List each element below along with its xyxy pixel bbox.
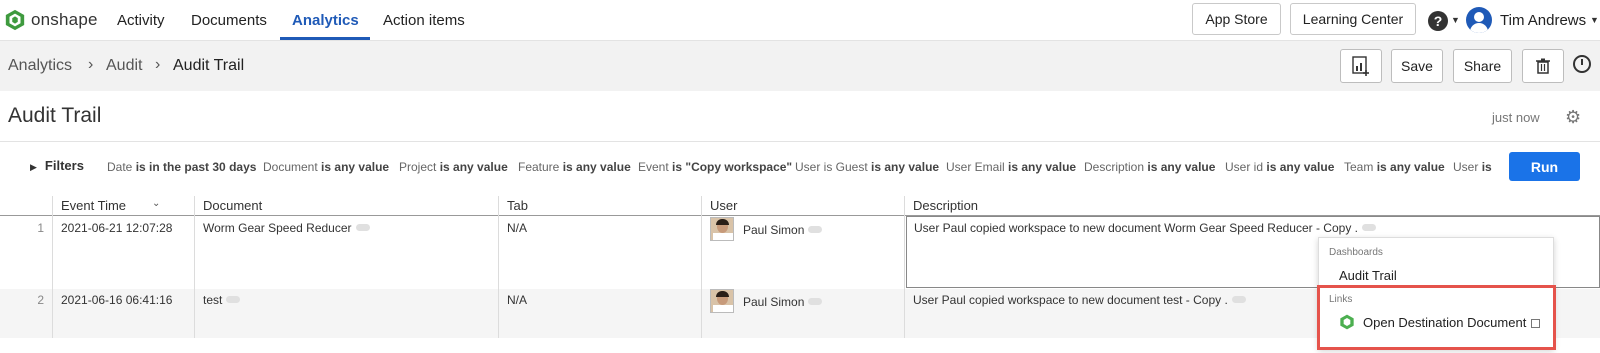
column-divider: [904, 196, 905, 338]
document-cell[interactable]: Worm Gear Speed Reducer: [203, 221, 370, 235]
run-button[interactable]: Run: [1509, 152, 1580, 181]
menu-item-audit-trail[interactable]: Audit Trail: [1339, 268, 1397, 283]
more-dots-icon: [355, 224, 370, 232]
column-header-event-time[interactable]: Event Time: [61, 198, 126, 213]
history-clock-icon[interactable]: [1573, 55, 1591, 73]
last-updated: just now: [1492, 110, 1540, 125]
user-menu-caret-icon[interactable]: ▼: [1590, 15, 1599, 25]
save-button[interactable]: Save: [1391, 49, 1443, 83]
nav-documents[interactable]: Documents: [191, 12, 267, 29]
brand-name: onshape: [31, 10, 98, 29]
menu-section-dashboards: Dashboards: [1329, 247, 1383, 258]
sort-desc-icon[interactable]: ⌄: [152, 198, 160, 209]
delete-button[interactable]: [1522, 49, 1564, 83]
add-tile-button[interactable]: [1340, 49, 1382, 83]
tab-cell: N/A: [507, 221, 528, 235]
tab-cell: N/A: [507, 293, 528, 307]
add-chart-icon: [1352, 56, 1369, 76]
filter-chip[interactable]: Document is any value: [263, 160, 389, 174]
question-circle-icon[interactable]: ?: [1428, 11, 1448, 31]
breadcrumb-audit[interactable]: Audit: [106, 57, 142, 75]
top-nav: onshape Activity Documents Analytics Act…: [0, 0, 1600, 41]
filters-toggle[interactable]: ▶ Filters: [30, 158, 84, 173]
user-cell[interactable]: Paul Simon: [743, 295, 823, 309]
document-cell[interactable]: test: [203, 293, 241, 307]
active-tab-indicator: [280, 37, 370, 40]
onshape-logo-icon: [5, 9, 25, 31]
column-header-user[interactable]: User: [710, 198, 737, 213]
filter-chip[interactable]: Description is any value: [1084, 160, 1215, 174]
more-dots-icon: [1362, 224, 1376, 232]
filter-chip[interactable]: Date is in the past 30 days: [107, 160, 256, 174]
chevron-right-icon: ›: [88, 56, 94, 73]
column-divider: [194, 196, 195, 338]
column-header-description[interactable]: Description: [913, 198, 978, 213]
help-caret-icon[interactable]: ▼: [1451, 15, 1460, 25]
filter-chip[interactable]: User id is any value: [1225, 160, 1334, 174]
column-header-document[interactable]: Document: [203, 198, 262, 213]
column-header-tab[interactable]: Tab: [507, 198, 528, 213]
filter-chip[interactable]: Feature is any value: [518, 160, 631, 174]
user-avatar: [710, 289, 734, 313]
breadcrumb: Analytics › Audit › Audit Trail Save Sha…: [0, 41, 1600, 91]
filter-chip[interactable]: Project is any value: [399, 160, 508, 174]
user-cell[interactable]: Paul Simon: [743, 223, 823, 237]
user-name[interactable]: Tim Andrews: [1500, 12, 1586, 29]
nav-action-items[interactable]: Action items: [383, 12, 465, 29]
filter-chip[interactable]: User is: [1453, 160, 1493, 174]
filter-chip[interactable]: Event is "Copy workspace": [638, 160, 792, 174]
gear-icon[interactable]: ⚙: [1565, 107, 1581, 128]
filter-chip[interactable]: Team is any value: [1344, 160, 1445, 174]
table-header: Event Time ⌄ Document Tab User Descripti…: [0, 196, 1600, 216]
description-cell[interactable]: User Paul copied workspace to new docume…: [913, 293, 1246, 307]
event-time: 2021-06-21 12:07:28: [61, 221, 173, 235]
column-divider: [498, 196, 499, 338]
user-avatar: [710, 217, 734, 241]
description-cell[interactable]: User Paul copied workspace to new docume…: [914, 221, 1376, 235]
column-divider: [701, 196, 702, 338]
more-dots-icon: [808, 298, 823, 306]
more-dots-icon: [808, 226, 823, 234]
more-dots-icon: [226, 296, 241, 304]
column-divider: [52, 196, 53, 338]
nav-analytics[interactable]: Analytics: [292, 12, 359, 29]
app-store-button[interactable]: App Store: [1192, 3, 1281, 35]
breadcrumb-analytics[interactable]: Analytics: [8, 57, 72, 75]
trash-icon: [1536, 58, 1550, 74]
row-number: 2: [37, 293, 44, 307]
onshape-logo[interactable]: onshape: [4, 9, 98, 31]
nav-activity[interactable]: Activity: [117, 12, 165, 29]
event-time: 2021-06-16 06:41:16: [61, 293, 173, 307]
breadcrumb-current: Audit Trail: [173, 57, 245, 74]
filters-label: Filters: [44, 158, 84, 173]
caret-right-icon: ▶: [30, 162, 37, 172]
user-avatar[interactable]: [1466, 7, 1492, 33]
chevron-right-icon: ›: [155, 56, 161, 73]
highlight-box: [1317, 285, 1556, 350]
learning-center-button[interactable]: Learning Center: [1290, 3, 1416, 35]
row-number: 1: [37, 221, 44, 235]
divider: [0, 141, 1600, 142]
filter-chip[interactable]: User Email is any value: [946, 160, 1076, 174]
filter-chip[interactable]: User is Guest is any value: [795, 160, 939, 174]
page-title: Audit Trail: [8, 104, 102, 127]
more-dots-icon: [1231, 296, 1246, 304]
share-button[interactable]: Share: [1453, 49, 1512, 83]
